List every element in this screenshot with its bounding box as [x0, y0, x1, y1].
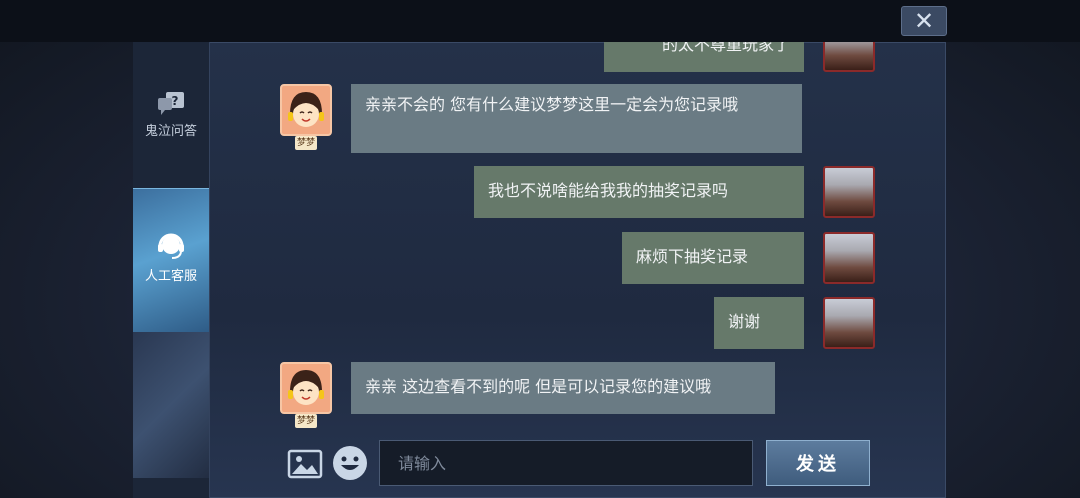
agent-name-tag: 梦梦 [295, 136, 317, 150]
sidebar-item-human-service[interactable]: 人工客服 [133, 188, 209, 334]
headset-icon [158, 233, 184, 259]
svg-text:?: ? [172, 94, 179, 108]
agent-name-tag: 梦梦 [295, 414, 317, 428]
input-bar: 发送 [209, 432, 946, 498]
user-message-bubble: 的太不尊重玩家了 [604, 42, 804, 72]
user-avatar [823, 166, 875, 218]
agent-avatar [280, 362, 332, 414]
agent-avatar [280, 84, 332, 136]
user-message-bubble: 谢谢 [714, 297, 804, 349]
support-panel: ? 鬼泣问答 人工客服 的太不尊重玩家了 梦梦 亲亲不会的 您有什么建议梦梦这里… [133, 42, 946, 498]
sidebar-item-faq[interactable]: ? 鬼泣问答 [133, 82, 209, 182]
chat-area[interactable]: 的太不尊重玩家了 梦梦 亲亲不会的 您有什么建议梦梦这里一定会为您记录哦 我也不… [209, 42, 946, 432]
sidebar-item-label: 鬼泣问答 [144, 124, 197, 139]
agent-face-icon [288, 92, 324, 127]
message-input[interactable] [379, 440, 753, 486]
emoji-icon[interactable] [331, 444, 369, 482]
user-avatar [823, 297, 875, 349]
close-button[interactable]: ✕ [901, 6, 947, 36]
send-button[interactable]: 发送 [766, 440, 870, 486]
user-message-bubble: 麻烦下抽奖记录 [622, 232, 804, 284]
agent-message-bubble: 亲亲 这边查看不到的呢 但是可以记录您的建议哦 [351, 362, 775, 414]
user-avatar [823, 42, 875, 72]
agent-face-icon [288, 370, 324, 405]
sidebar-item-label: 人工客服 [144, 269, 197, 284]
user-message-bubble: 我也不说啥能给我我的抽奖记录吗 [474, 166, 804, 218]
question-bubble-icon: ? [158, 92, 184, 115]
image-upload-icon[interactable] [287, 446, 323, 482]
agent-message-bubble: 亲亲不会的 您有什么建议梦梦这里一定会为您记录哦 [351, 84, 802, 153]
sidebar: ? 鬼泣问答 人工客服 [133, 42, 210, 498]
user-avatar [823, 232, 875, 284]
sidebar-decoration [133, 332, 209, 478]
